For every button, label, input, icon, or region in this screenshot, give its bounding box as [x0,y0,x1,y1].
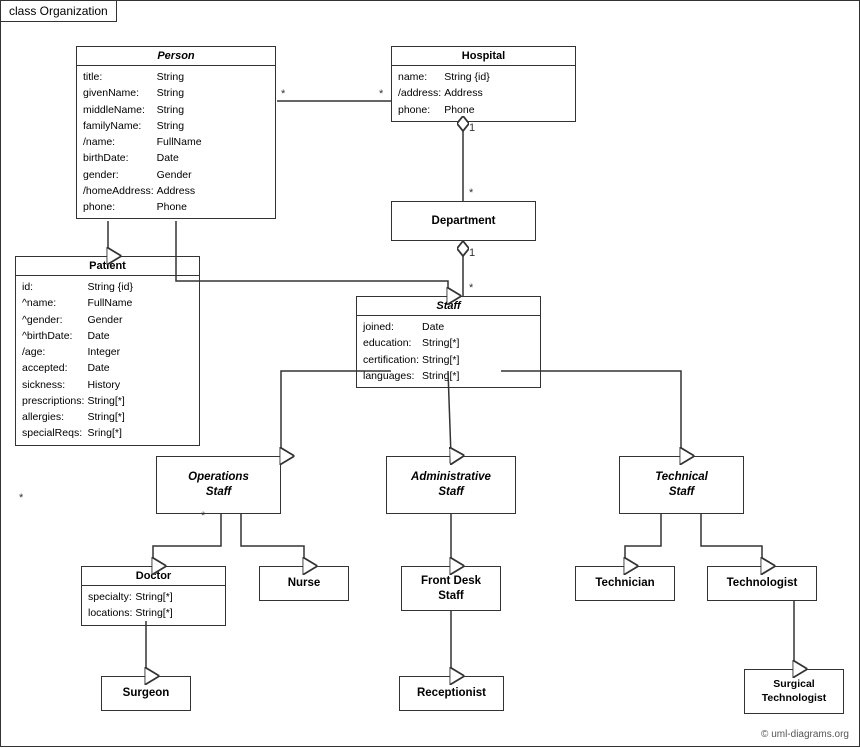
operations-staff-label: OperationsStaff [188,470,249,500]
svg-text:*: * [281,88,286,100]
hospital-box: Hospital name:String {id} /address:Addre… [391,46,576,122]
technical-staff-label: TechnicalStaff [655,470,708,500]
diagram-title: class Organization [1,1,117,22]
person-box: Person title:String givenName:String mid… [76,46,276,219]
person-title: Person [77,47,275,66]
hospital-title: Hospital [392,47,575,66]
surgical-tech-label: SurgicalTechnologist [762,678,827,705]
svg-text:*: * [19,492,24,504]
doctor-title: Doctor [82,567,225,586]
diagram-container: class Organization Person title:String g… [0,0,860,747]
svg-text:1: 1 [469,122,475,134]
administrative-staff-label: AdministrativeStaff [411,470,491,500]
staff-attrs: joined:Date education:String[*] certific… [357,316,540,387]
copyright: © uml-diagrams.org [761,729,849,740]
patient-box: Patient id:String {id} ^name:FullName ^g… [15,256,200,446]
technician-box: Technician [575,566,675,601]
front-desk-label: Front DeskStaff [421,574,481,604]
staff-title: Staff [357,297,540,316]
person-attrs: title:String givenName:String middleName… [77,66,275,218]
technologist-box: Technologist [707,566,817,601]
patient-title: Patient [16,257,199,276]
surgeon-box: Surgeon [101,676,191,711]
operations-staff-box: OperationsStaff [156,456,281,514]
svg-text:*: * [379,88,384,100]
receptionist-box: Receptionist [399,676,504,711]
svg-text:*: * [469,187,474,199]
patient-attrs: id:String {id} ^name:FullName ^gender:Ge… [16,276,199,445]
surgical-technologist-box: SurgicalTechnologist [744,669,844,714]
doctor-attrs: specialty:String[*] locations:String[*] [82,586,225,625]
administrative-staff-box: AdministrativeStaff [386,456,516,514]
technical-staff-box: TechnicalStaff [619,456,744,514]
svg-text:1: 1 [469,247,475,259]
department-box: Department [391,201,536,241]
staff-box: Staff joined:Date education:String[*] ce… [356,296,541,388]
hospital-attrs: name:String {id} /address:Address phone:… [392,66,575,121]
nurse-box: Nurse [259,566,349,601]
doctor-box: Doctor specialty:String[*] locations:Str… [81,566,226,626]
front-desk-staff-box: Front DeskStaff [401,566,501,611]
svg-text:*: * [469,282,474,294]
